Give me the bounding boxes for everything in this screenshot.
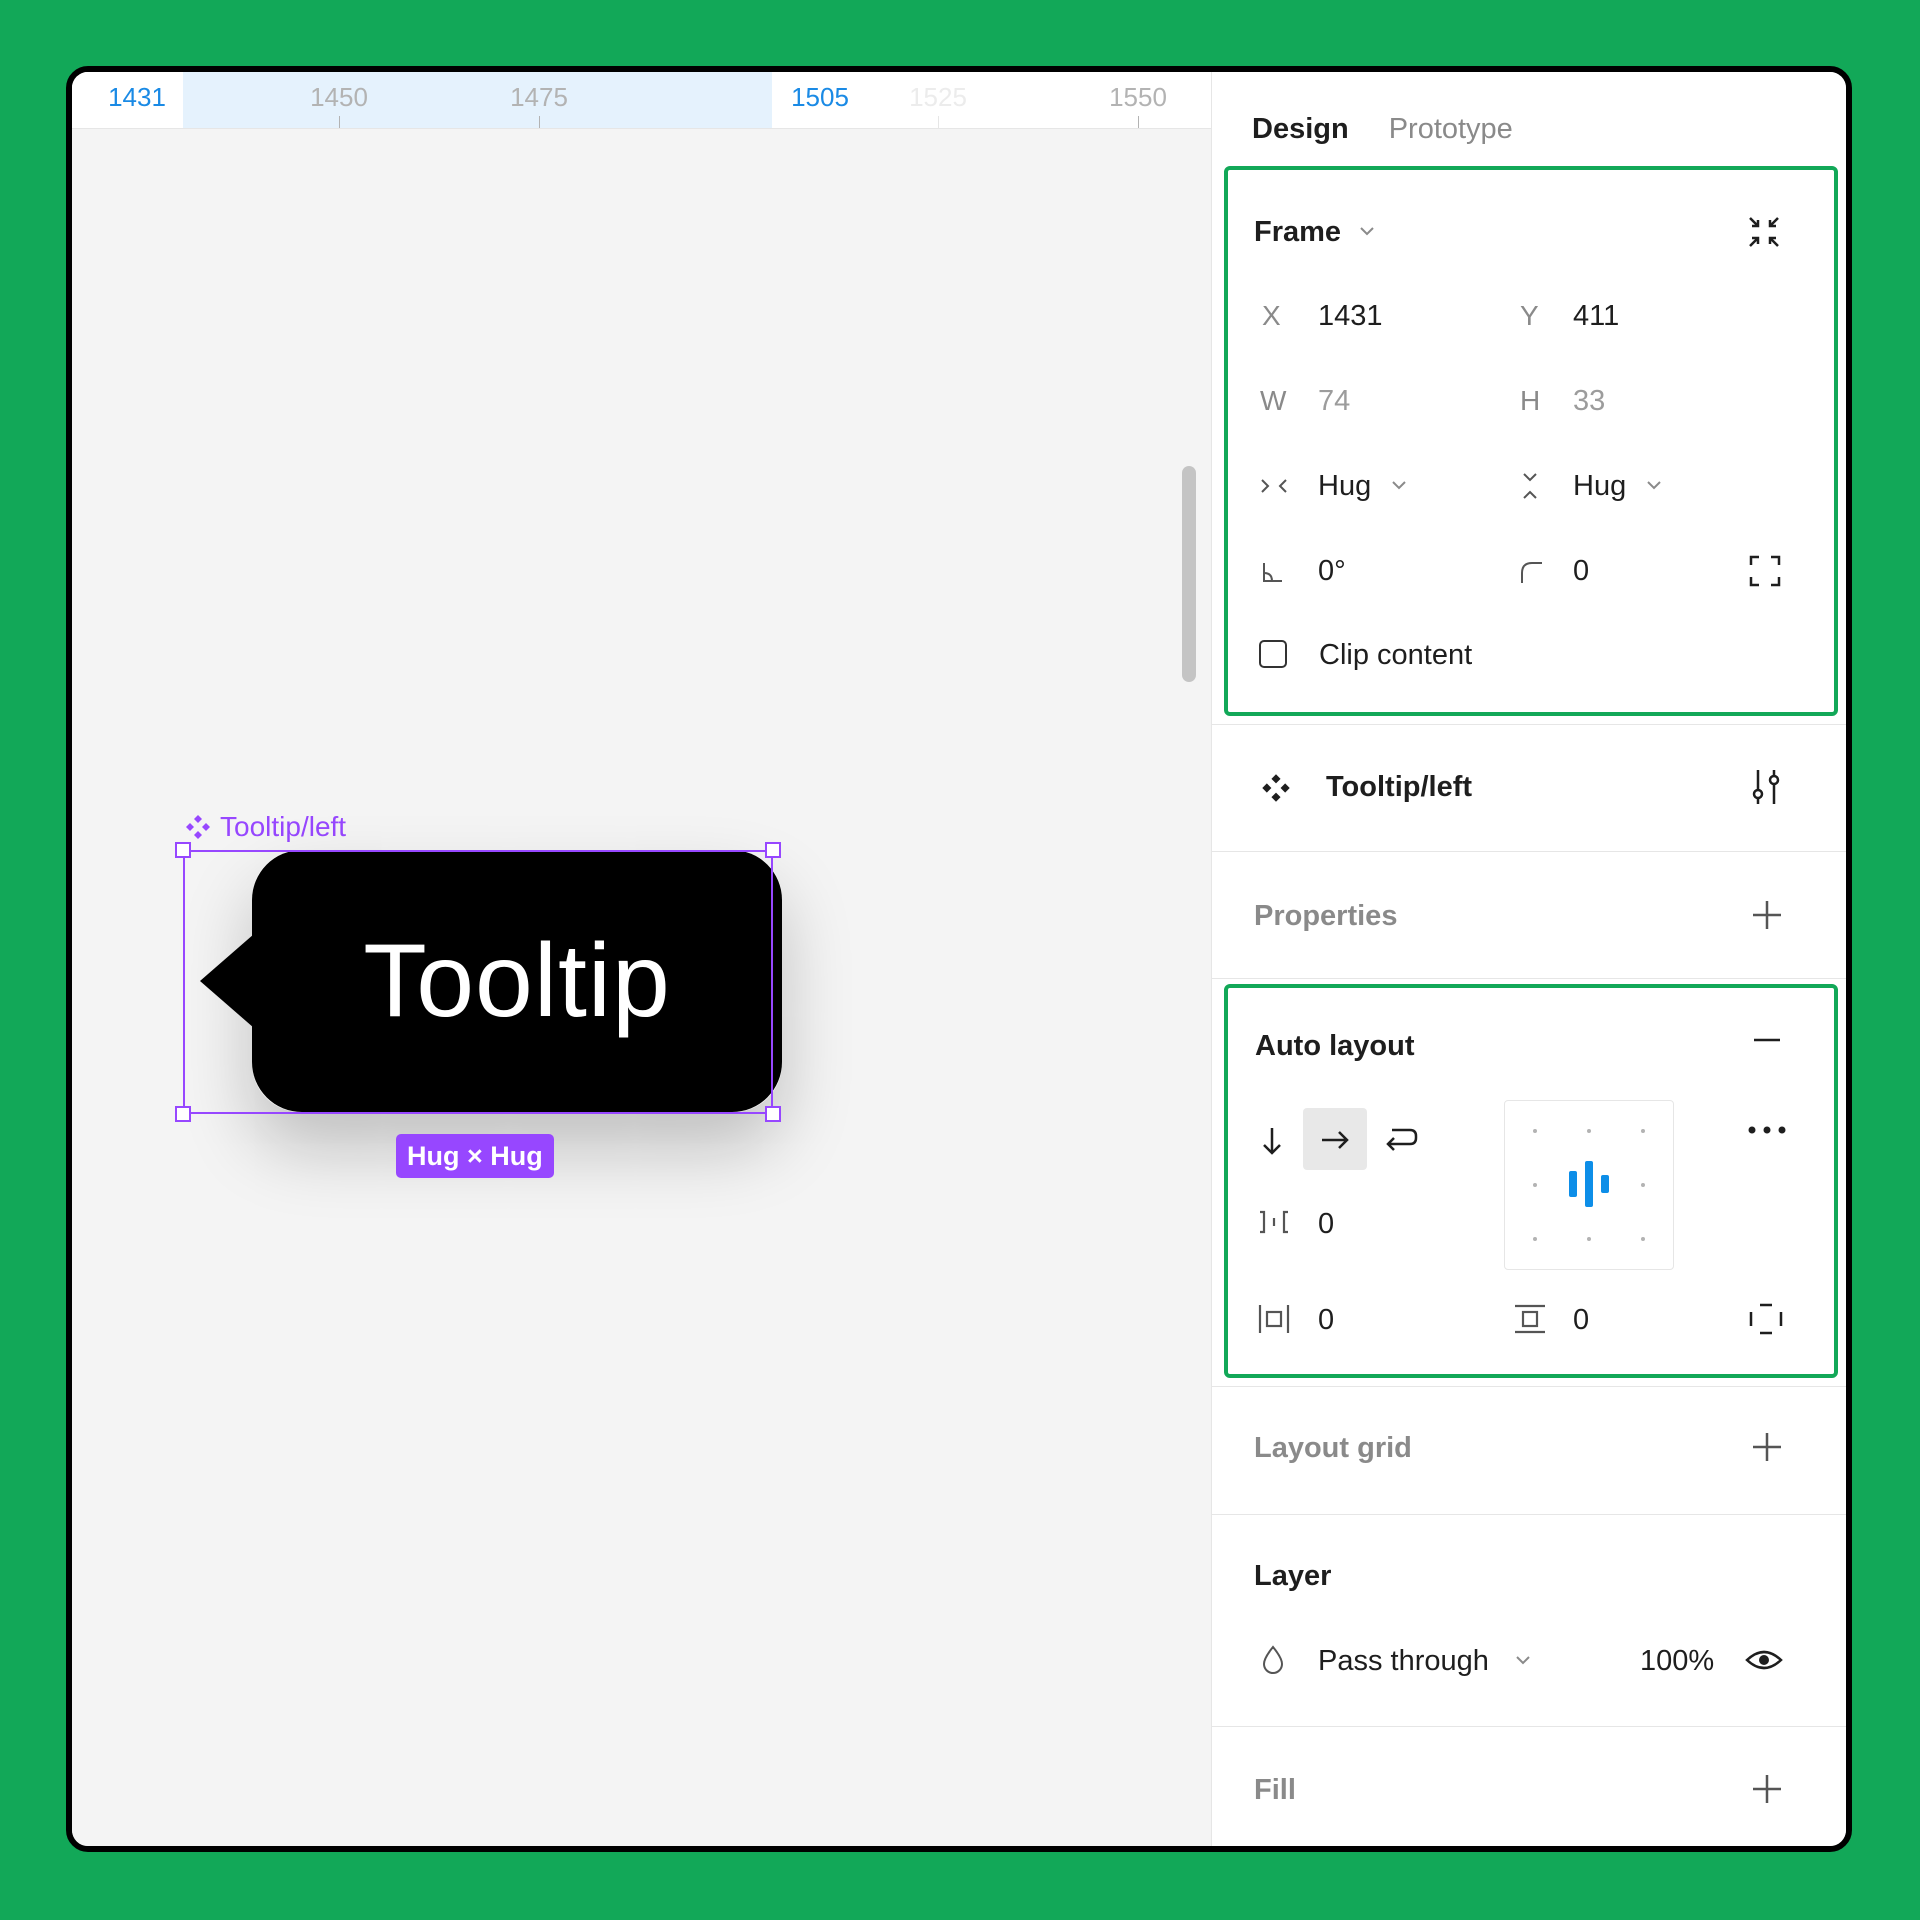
opacity-input[interactable]: 100% <box>1640 1645 1714 1678</box>
independent-corners-icon[interactable] <box>1748 554 1782 588</box>
individual-padding-icon[interactable] <box>1748 1302 1784 1336</box>
tab-prototype[interactable]: Prototype <box>1389 113 1513 162</box>
h-input[interactable]: 33 <box>1573 385 1605 418</box>
add-fill-icon[interactable] <box>1750 1772 1784 1806</box>
align-dot[interactable] <box>1641 1183 1645 1187</box>
more-options-icon[interactable] <box>1746 1124 1788 1136</box>
instance-settings-icon[interactable] <box>1748 766 1784 808</box>
eye-icon[interactable] <box>1744 1646 1784 1674</box>
divider <box>1212 724 1846 725</box>
ruler-selection-range <box>183 72 772 128</box>
w-input[interactable]: 74 <box>1318 385 1350 418</box>
top-ruler: 1431 1450 1475 1505 1525 1550 <box>72 72 1211 129</box>
divider <box>1212 978 1846 979</box>
ruler-tick <box>1138 116 1139 128</box>
vertical-padding-input[interactable]: 0 <box>1573 1304 1589 1337</box>
ruler-tick <box>339 116 340 128</box>
align-dot[interactable] <box>1587 1237 1591 1241</box>
chevron-down-icon <box>1516 1656 1530 1665</box>
wrap-icon[interactable] <box>1384 1124 1418 1156</box>
frame-name-label[interactable]: Tooltip/left <box>184 807 346 847</box>
blend-mode-dropdown[interactable]: Pass through <box>1318 1645 1489 1678</box>
horizontal-resizing-icon <box>1261 479 1287 493</box>
alignment-grid[interactable] <box>1504 1100 1674 1270</box>
arrow-down-icon[interactable] <box>1258 1125 1286 1157</box>
frame-name-text: Tooltip/left <box>220 811 347 842</box>
panel-tabs: Design Prototype <box>1212 72 1846 162</box>
align-center-icon <box>1569 1161 1609 1207</box>
component-name[interactable]: Tooltip/left <box>1326 771 1472 804</box>
chevron-down-icon <box>1360 227 1374 236</box>
properties-panel: Design Prototype Frame X 1431 Y 411 W 74… <box>1211 72 1846 1846</box>
canvas[interactable]: 1431 1450 1475 1505 1525 1550 Tooltip/le… <box>72 72 1211 1846</box>
divider <box>1212 1514 1846 1515</box>
rotation-icon <box>1263 563 1282 582</box>
y-label: Y <box>1520 300 1539 331</box>
w-label: W <box>1260 385 1287 416</box>
x-input[interactable]: 1431 <box>1318 300 1383 333</box>
resize-handle-top-right[interactable] <box>765 842 781 858</box>
component-instance-icon <box>186 815 210 839</box>
align-dot[interactable] <box>1533 1183 1537 1187</box>
add-property-icon[interactable] <box>1750 898 1784 932</box>
chevron-down-icon <box>1392 481 1406 490</box>
h-label: H <box>1520 385 1541 416</box>
rotation-input[interactable]: 0° <box>1318 555 1346 588</box>
divider <box>1212 851 1846 852</box>
clip-content-checkbox[interactable] <box>1259 640 1287 668</box>
x-label: X <box>1262 300 1281 331</box>
chevron-down-icon <box>1647 481 1661 490</box>
ruler-label: 1550 <box>1109 82 1167 112</box>
align-dot[interactable] <box>1641 1129 1645 1133</box>
divider <box>1212 1726 1846 1727</box>
resize-handle-bottom-left[interactable] <box>175 1106 191 1122</box>
auto-layout-title: Auto layout <box>1255 1030 1415 1062</box>
app-window: 1431 1450 1475 1505 1525 1550 Tooltip/le… <box>66 66 1852 1852</box>
item-spacing-input[interactable]: 0 <box>1318 1208 1334 1241</box>
size-badge: Hug × Hug <box>396 1134 554 1178</box>
y-input[interactable]: 411 <box>1573 300 1619 333</box>
selection-box[interactable] <box>183 850 773 1114</box>
fill-title: Fill <box>1254 1774 1296 1806</box>
corner-radius-input[interactable]: 0 <box>1573 555 1589 588</box>
vertical-scrollbar[interactable] <box>1182 466 1196 682</box>
vertical-resizing-icon <box>1523 473 1537 499</box>
ruler-label-hidden: 1525 <box>909 82 967 112</box>
item-spacing-icon <box>1260 1210 1288 1234</box>
add-layout-grid-icon[interactable] <box>1750 1430 1784 1464</box>
layout-grid-title: Layout grid <box>1254 1432 1412 1464</box>
properties-title: Properties <box>1254 900 1398 932</box>
frame-type-dropdown[interactable]: Frame <box>1254 216 1341 249</box>
collapse-arrows-icon[interactable] <box>1744 212 1784 252</box>
divider <box>1212 1386 1846 1387</box>
tab-design[interactable]: Design <box>1252 113 1349 162</box>
ruler-label: 1450 <box>310 82 368 112</box>
horizontal-padding-icon <box>1258 1305 1290 1333</box>
ruler-tick <box>539 116 540 128</box>
component-instance-icon <box>1262 774 1290 802</box>
resize-handle-bottom-right[interactable] <box>765 1106 781 1122</box>
horizontal-padding-input[interactable]: 0 <box>1318 1304 1334 1337</box>
ruler-tick <box>938 116 939 128</box>
remove-auto-layout-icon[interactable] <box>1752 1030 1782 1050</box>
height-sizing-dropdown[interactable]: Hug <box>1573 470 1626 503</box>
blend-mode-drop-icon <box>1262 1645 1284 1674</box>
arrow-right-icon <box>1322 1131 1349 1149</box>
align-dot[interactable] <box>1587 1129 1591 1133</box>
ruler-label-selection-end: 1505 <box>791 82 849 112</box>
vertical-padding-icon <box>1515 1304 1545 1334</box>
align-dot[interactable] <box>1533 1237 1537 1241</box>
resize-handle-top-left[interactable] <box>175 842 191 858</box>
align-dot[interactable] <box>1533 1129 1537 1133</box>
ruler-label: 1475 <box>510 82 568 112</box>
clip-content-label: Clip content <box>1319 639 1473 671</box>
layer-title: Layer <box>1254 1560 1332 1592</box>
ruler-label-selection-start: 1431 <box>108 82 166 112</box>
width-sizing-dropdown[interactable]: Hug <box>1318 470 1371 503</box>
corner-radius-icon <box>1521 562 1542 583</box>
align-dot[interactable] <box>1641 1237 1645 1241</box>
